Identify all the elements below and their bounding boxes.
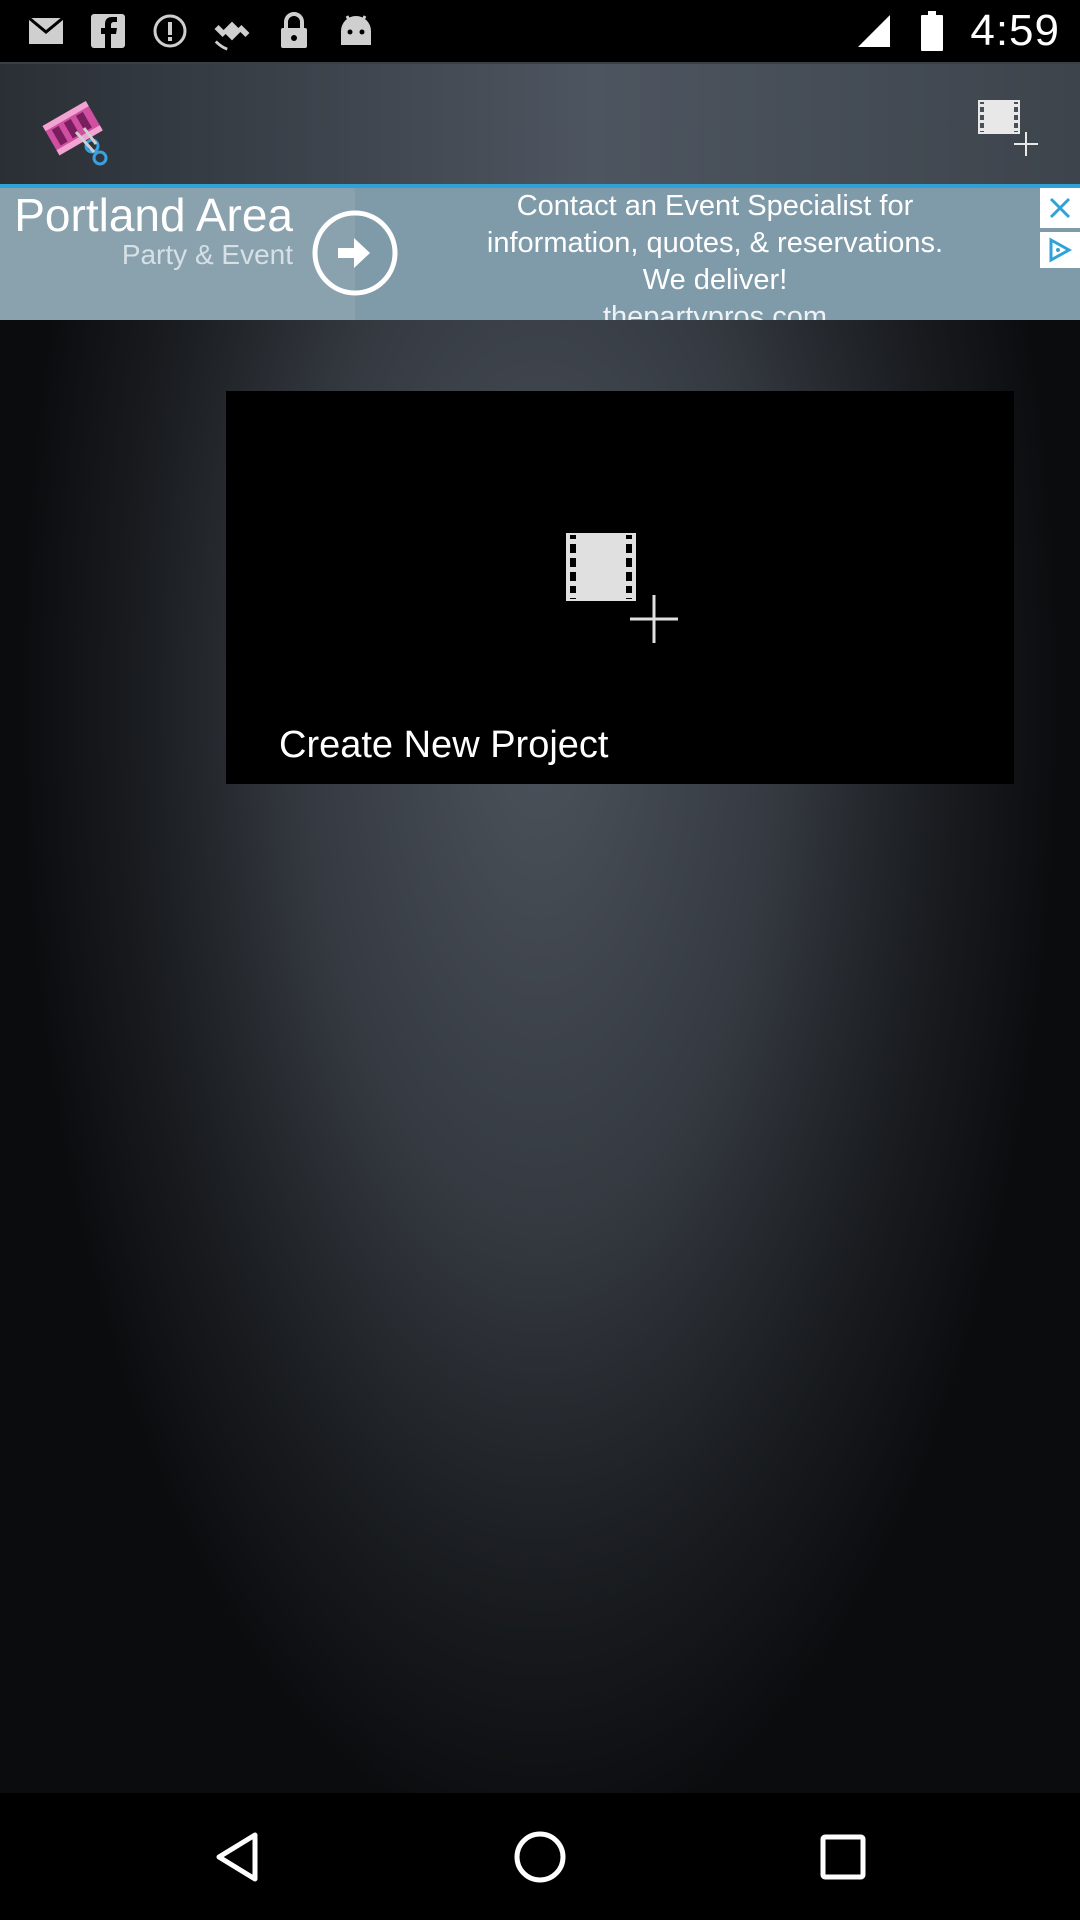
ad-banner[interactable]: Portland Area Party & Event Contact an E… (0, 184, 1080, 320)
app-bar (0, 62, 1080, 186)
ad-line-2: information, quotes, & reservations. (486, 227, 944, 259)
video-editor-logo-icon[interactable] (36, 92, 116, 172)
fake-gps-icon (212, 11, 252, 51)
create-new-project-card[interactable]: Create New Project (226, 391, 1014, 784)
ad-domain[interactable]: thepartypros.com (420, 299, 1010, 320)
ad-body-text: Contact an Event Specialist for informat… (420, 188, 1010, 320)
back-icon[interactable] (197, 1817, 277, 1897)
ad-line-3: We deliver! (642, 264, 788, 296)
battery-icon (912, 11, 952, 51)
status-bar: 4:59 (0, 0, 1080, 62)
status-clock: 4:59 (970, 6, 1060, 55)
ad-brand-panel: Portland Area Party & Event (0, 188, 355, 320)
new-project-toolbar-button[interactable] (976, 98, 1040, 158)
ad-subtitle: Party & Event (121, 239, 293, 270)
facebook-icon (88, 11, 128, 51)
home-icon[interactable] (500, 1817, 580, 1897)
adchoices-icon[interactable] (1040, 232, 1080, 268)
ad-line-1: Contact an Event Specialist for (516, 190, 914, 222)
email-icon (26, 11, 66, 51)
close-icon[interactable] (1040, 188, 1080, 228)
new-film-icon (564, 531, 680, 647)
recents-icon[interactable] (803, 1817, 883, 1897)
new-film-icon (978, 100, 1038, 156)
lock-icon (274, 11, 314, 51)
ad-title: Portland Area (14, 189, 293, 241)
navigation-bar (0, 1793, 1080, 1920)
create-new-project-label: Create New Project (279, 724, 609, 766)
alert-icon (150, 11, 190, 51)
signal-icon (854, 11, 894, 51)
android-icon (336, 11, 376, 51)
arrow-right-icon[interactable] (312, 210, 398, 296)
